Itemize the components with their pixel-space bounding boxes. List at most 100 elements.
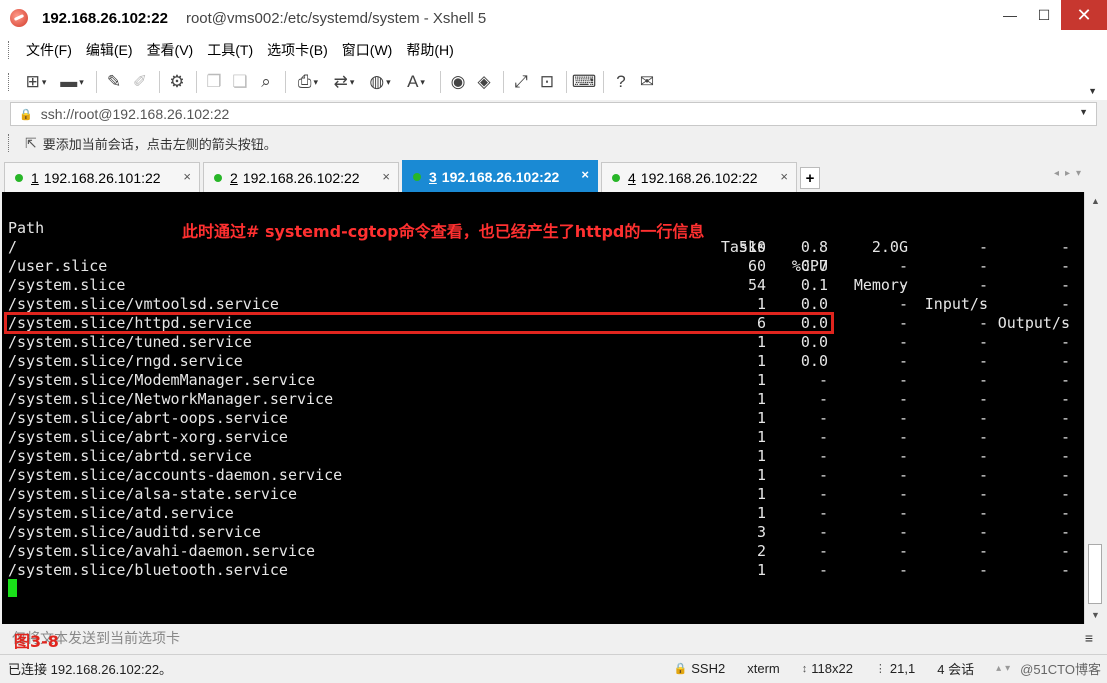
session-tabs: 1 192.168.26.101:22 × 2 192.168.26.102:2…: [0, 160, 1107, 192]
minimize-button[interactable]: —: [993, 0, 1027, 30]
tab-close-icon[interactable]: ×: [780, 169, 788, 184]
title-bar: 192.168.26.102:22 root@vms002:/etc/syste…: [0, 0, 1107, 36]
connected-dot-icon: [413, 172, 421, 181]
cell-cpu: 0.0: [800, 333, 828, 351]
menu-edit[interactable]: 编辑(E): [79, 40, 140, 60]
menu-file[interactable]: 文件(F): [19, 40, 79, 60]
menu-bar: 文件(F) 编辑(E) 查看(V) 工具(T) 选项卡(B) 窗口(W) 帮助(…: [0, 36, 1107, 64]
fullscreen-icon[interactable]: ⤢: [509, 70, 533, 94]
cell-cpu: -: [818, 428, 828, 446]
xftp-icon[interactable]: ◉: [446, 70, 470, 94]
tab-session-4[interactable]: 4 192.168.26.102:22 ×: [601, 162, 797, 192]
paste-icon[interactable]: ❏: [228, 70, 252, 94]
httpd-highlight-box: [4, 312, 834, 334]
tab-label: 192.168.26.102:22: [242, 169, 360, 186]
copy-icon[interactable]: ❐: [202, 70, 226, 94]
cell-memory: -: [898, 371, 908, 389]
terminal-scrollbar[interactable]: ▲ ▼: [1084, 192, 1105, 624]
scrollbar-thumb[interactable]: [1088, 544, 1102, 604]
compose-menu-icon[interactable]: ≡: [1085, 630, 1093, 646]
maximize-button[interactable]: ☐: [1027, 0, 1061, 30]
table-row: /system.slice/ModemManager.service 1 - - - -: [2, 371, 1084, 390]
transfer-icon[interactable]: ⇄: [327, 70, 361, 94]
cell-output: -: [1060, 352, 1070, 370]
tab-session-2[interactable]: 2 192.168.26.102:22 ×: [203, 162, 399, 192]
menu-window[interactable]: 窗口(W): [335, 40, 400, 60]
scroll-down-icon[interactable]: ▼: [1091, 610, 1100, 620]
globe-icon[interactable]: ◍: [363, 70, 397, 94]
cell-tasks: 1: [756, 352, 766, 370]
open-folder-icon[interactable]: ▬: [55, 70, 89, 94]
cell-output: -: [1060, 276, 1070, 294]
menu-view[interactable]: 查看(V): [140, 40, 201, 60]
cell-memory: -: [898, 352, 908, 370]
cell-tasks: 1: [756, 428, 766, 446]
cell-cpu: -: [818, 409, 828, 427]
menu-tools[interactable]: 工具(T): [200, 40, 260, 60]
find-icon[interactable]: ⌕: [254, 70, 278, 94]
tab-number: 2: [230, 169, 238, 186]
cell-tasks: 1: [756, 409, 766, 427]
table-row: /system.slice/abrt-xorg.service 1 - - - -: [2, 428, 1084, 447]
cell-cpu: 0.8: [800, 238, 828, 256]
cell-tasks: 1: [756, 390, 766, 408]
cell-memory: -: [898, 428, 908, 446]
cell-input: -: [978, 409, 988, 427]
help-icon[interactable]: ?: [609, 70, 633, 94]
font-icon[interactable]: A: [399, 70, 433, 94]
cell-memory: -: [898, 485, 908, 503]
cell-cpu: 0.0: [800, 352, 828, 370]
lock-icon[interactable]: ⊡: [535, 70, 559, 94]
tab-session-3[interactable]: 3 192.168.26.102:22 ×: [402, 160, 598, 192]
add-tab-button[interactable]: +: [800, 167, 820, 189]
cell-path: /system.slice/avahi-daemon.service: [8, 542, 316, 560]
edit-icon[interactable]: ✎: [102, 70, 126, 94]
status-size: ↕ 118x22: [802, 661, 853, 676]
cell-memory: -: [898, 466, 908, 484]
compose-bar[interactable]: 仅将文本发送到当前选项卡 图3-8 ≡: [0, 626, 1107, 651]
cell-memory: -: [898, 447, 908, 465]
scroll-up-icon[interactable]: ▲: [1091, 196, 1100, 206]
tab-number: 4: [628, 169, 636, 186]
toolbar-overflow-icon[interactable]: ▼: [1088, 86, 1097, 96]
cell-output: -: [1060, 523, 1070, 541]
tab-close-icon[interactable]: ×: [382, 169, 390, 184]
keyboard-icon[interactable]: ⌨: [572, 70, 597, 94]
session-nav-arrows-icon[interactable]: ▴▾: [996, 663, 1014, 674]
cell-path: /: [8, 238, 18, 256]
highlighter-icon[interactable]: ✐: [128, 70, 152, 94]
cell-memory: -: [898, 314, 908, 332]
address-bar[interactable]: 🔒 ssh://root@192.168.26.102:22 ▼: [10, 102, 1097, 126]
toolbar-separator: [159, 71, 160, 93]
tab-close-icon[interactable]: ×: [183, 169, 191, 184]
tab-label: 192.168.26.102:22: [640, 169, 758, 186]
cell-path: /system.slice/ModemManager.service: [8, 371, 316, 389]
tab-close-icon[interactable]: ×: [581, 167, 589, 182]
cell-memory: -: [898, 295, 908, 313]
properties-icon[interactable]: ⚙: [165, 70, 189, 94]
terminal-area[interactable]: Path Tasks %CPU Memory Input/s Output/s …: [2, 192, 1084, 624]
cell-cpu: -: [818, 523, 828, 541]
tab-session-1[interactable]: 1 192.168.26.101:22 ×: [4, 162, 200, 192]
protocol-text: SSH2: [691, 661, 726, 676]
menu-help[interactable]: 帮助(H): [399, 40, 460, 60]
tab-scroll-arrows-icon[interactable]: ◂▸▾: [1054, 168, 1087, 179]
print-icon[interactable]: ⎙: [291, 70, 325, 94]
cell-cpu: -: [818, 390, 828, 408]
new-session-icon[interactable]: ⊞: [19, 70, 53, 94]
address-dropdown-icon[interactable]: ▼: [1079, 107, 1088, 117]
chat-icon[interactable]: ✉: [635, 70, 659, 94]
lock-icon: 🔒: [19, 108, 33, 121]
cell-memory: -: [898, 542, 908, 560]
cell-tasks: 60: [747, 257, 766, 275]
cell-input: -: [978, 428, 988, 446]
status-bar: 已连接 192.168.26.102:22。 🔒 SSH2 xterm ↕ 118x…: [0, 654, 1107, 681]
table-row: /system.slice/tuned.service 1 0.0 - - -: [2, 333, 1084, 352]
menu-tabs[interactable]: 选项卡(B): [260, 40, 335, 60]
arrow-pointer-icon[interactable]: ⇱: [25, 135, 37, 152]
cell-input: -: [978, 466, 988, 484]
table-row: /user.slice 60 0.7 - - -: [2, 257, 1084, 276]
cell-input: -: [978, 561, 988, 579]
close-button[interactable]: ✕: [1061, 0, 1107, 30]
xmanager-icon[interactable]: ◈: [472, 70, 496, 94]
